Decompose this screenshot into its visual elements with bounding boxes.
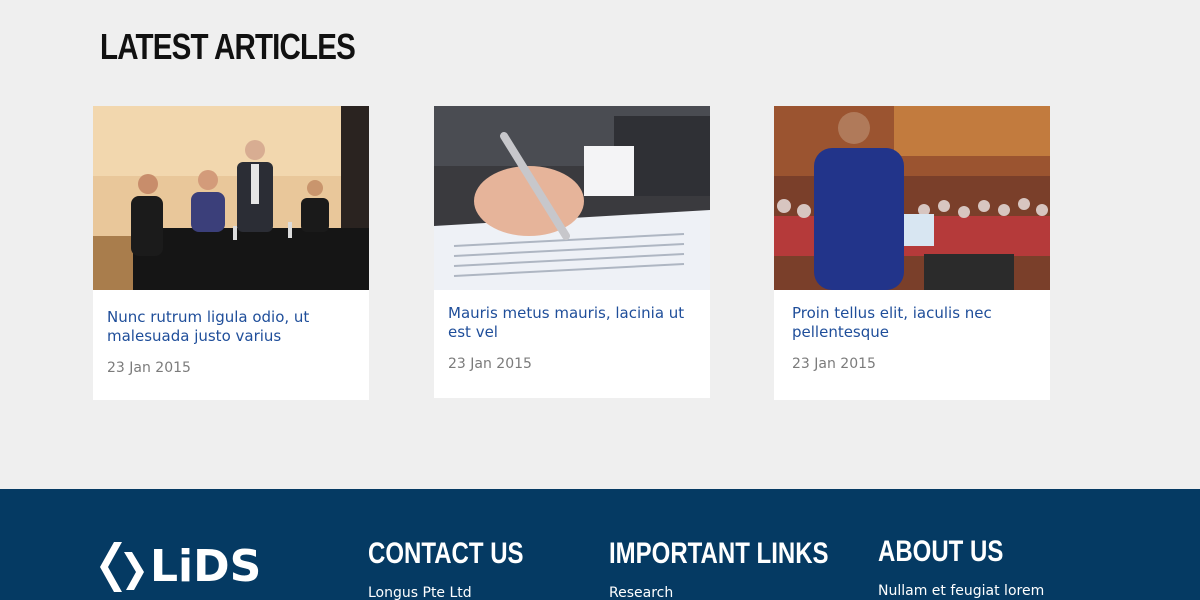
- article-card[interactable]: Mauris metus mauris, lacinia ut est vel …: [434, 106, 710, 398]
- article-title-link[interactable]: Mauris metus mauris, lacinia ut est vel: [448, 304, 696, 342]
- article-card[interactable]: Nunc rutrum ligula odio, ut malesuada ju…: [93, 106, 369, 400]
- footer: LiDS CONTACT US Longus Pte Ltd IMPORTANT…: [0, 489, 1200, 600]
- footer-heading-contact: CONTACT US: [368, 537, 524, 570]
- footer-links: IMPORTANT LINKS Research: [609, 537, 883, 600]
- article-body: Proin tellus elit, iaculis nec pellentes…: [774, 290, 1050, 392]
- article-body: Mauris metus mauris, lacinia ut est vel …: [434, 290, 710, 392]
- article-title-link[interactable]: Proin tellus elit, iaculis nec pellentes…: [792, 304, 1036, 342]
- footer-link-research[interactable]: Research: [609, 585, 883, 600]
- footer-heading-about: ABOUT US: [878, 535, 1004, 568]
- article-date: 23 Jan 2015: [107, 360, 191, 376]
- footer-contact: CONTACT US Longus Pte Ltd: [368, 537, 562, 600]
- article-title-link[interactable]: Nunc rutrum ligula odio, ut malesuada ju…: [107, 308, 355, 346]
- footer-about: ABOUT US Nullam et feugiat lorem: [878, 535, 1044, 599]
- article-image-conference[interactable]: [93, 106, 369, 290]
- article-image-signing[interactable]: [434, 106, 710, 290]
- article-body: Nunc rutrum ligula odio, ut malesuada ju…: [93, 290, 369, 396]
- logo[interactable]: LiDS: [100, 542, 261, 592]
- article-card[interactable]: Proin tellus elit, iaculis nec pellentes…: [774, 106, 1050, 400]
- article-image-presentation[interactable]: [774, 106, 1050, 290]
- section-title: LATEST ARTICLES: [100, 26, 356, 67]
- logo-mark-icon: [100, 542, 144, 592]
- logo-text: LiDS: [150, 541, 262, 592]
- article-date: 23 Jan 2015: [448, 356, 532, 372]
- footer-heading-links: IMPORTANT LINKS: [609, 537, 829, 570]
- footer-about-text: Nullam et feugiat lorem: [878, 583, 1045, 599]
- footer-contact-company: Longus Pte Ltd: [368, 585, 472, 600]
- article-date: 23 Jan 2015: [792, 356, 876, 372]
